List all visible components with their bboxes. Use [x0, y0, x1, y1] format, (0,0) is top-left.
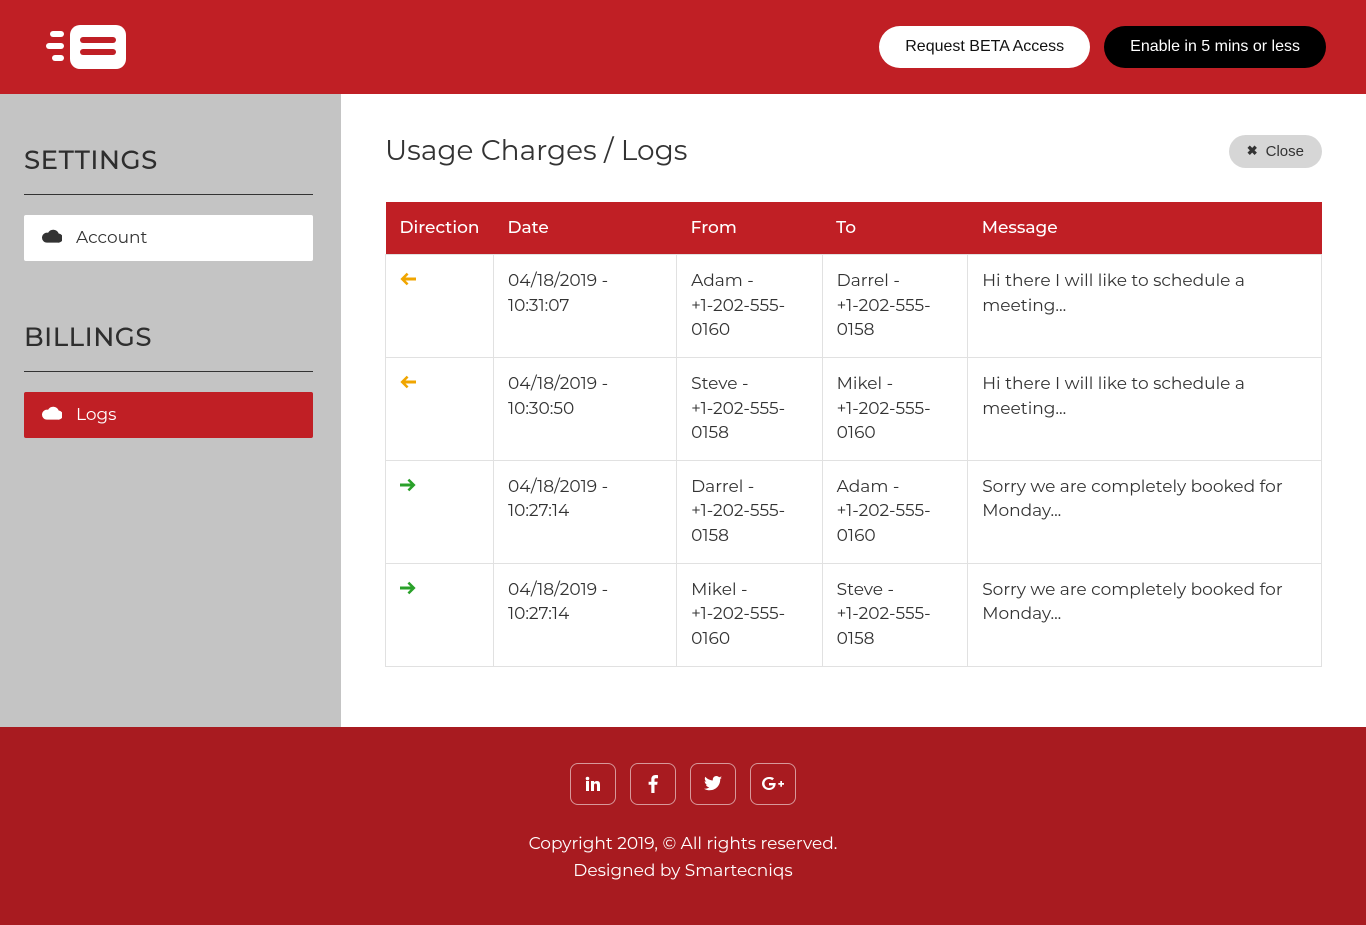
cell-to: Darrel - +1-202-555-0158 [822, 255, 968, 358]
sidebar-item-logs[interactable]: Logs [24, 392, 313, 438]
footer-credit-prefix: Designed by [573, 861, 685, 881]
cell-direction [386, 563, 494, 666]
request-beta-button[interactable]: Request BETA Access [879, 26, 1090, 68]
table-row: 04/18/2019 - 10:27:14Darrel - +1-202-555… [386, 460, 1322, 563]
linkedin-icon[interactable] [570, 763, 616, 805]
twitter-icon[interactable] [690, 763, 736, 805]
sidebar-heading-billings: BILLINGS [24, 321, 313, 353]
arrow-right-icon [400, 475, 416, 497]
cell-message: Sorry we are completely booked for Monda… [968, 460, 1322, 563]
cell-to: Mikel - +1-202-555-0160 [822, 357, 968, 460]
col-to: To [822, 202, 968, 255]
arrow-right-icon [400, 578, 416, 600]
cloud-icon [42, 405, 62, 425]
footer-copyright: Copyright 2019, © All rights reserved. [0, 831, 1366, 858]
cell-message: Sorry we are completely booked for Monda… [968, 563, 1322, 666]
cell-date: 04/18/2019 - 10:30:50 [493, 357, 676, 460]
top-buttons: Request BETA Access Enable in 5 mins or … [879, 26, 1326, 68]
cell-from: Adam - +1-202-555-0160 [677, 255, 823, 358]
cell-direction [386, 460, 494, 563]
cell-from: Steve - +1-202-555-0158 [677, 357, 823, 460]
table-row: 04/18/2019 - 10:30:50Steve - +1-202-555-… [386, 357, 1322, 460]
col-from: From [677, 202, 823, 255]
cell-to: Adam - +1-202-555-0160 [822, 460, 968, 563]
enable-button[interactable]: Enable in 5 mins or less [1104, 26, 1326, 68]
close-button[interactable]: ✖ Close [1229, 135, 1322, 168]
sidebar-item-label: Account [76, 228, 147, 248]
footer-credit: Designed by Smartecniqs [0, 858, 1366, 885]
footer: Copyright 2019, © All rights reserved. D… [0, 727, 1366, 925]
cell-direction [386, 357, 494, 460]
cloud-icon [42, 228, 62, 248]
facebook-icon[interactable] [630, 763, 676, 805]
cell-from: Mikel - +1-202-555-0160 [677, 563, 823, 666]
close-button-label: Close [1266, 143, 1304, 160]
table-row: 04/18/2019 - 10:31:07Adam - +1-202-555-0… [386, 255, 1322, 358]
cell-message: Hi there I will like to schedule a meeti… [968, 255, 1322, 358]
close-icon: ✖ [1247, 143, 1258, 159]
divider [24, 371, 313, 372]
top-bar: Request BETA Access Enable in 5 mins or … [0, 0, 1366, 94]
cell-to: Steve - +1-202-555-0158 [822, 563, 968, 666]
cell-from: Darrel - +1-202-555-0158 [677, 460, 823, 563]
social-row [0, 763, 1366, 805]
col-direction: Direction [386, 202, 494, 255]
cell-direction [386, 255, 494, 358]
sidebar: SETTINGS Account BILLINGS Logs [0, 94, 341, 727]
col-message: Message [968, 202, 1322, 255]
table-row: 04/18/2019 - 10:27:14Mikel - +1-202-555-… [386, 563, 1322, 666]
cell-date: 04/18/2019 - 10:27:14 [493, 460, 676, 563]
cell-date: 04/18/2019 - 10:27:14 [493, 563, 676, 666]
arrow-left-icon [400, 372, 416, 394]
sidebar-item-label: Logs [76, 405, 116, 425]
app-logo[interactable] [40, 17, 136, 77]
col-date: Date [493, 202, 676, 255]
sidebar-heading-settings: SETTINGS [24, 144, 313, 176]
google-plus-icon[interactable] [750, 763, 796, 805]
page-title: Usage Charges / Logs [385, 134, 687, 168]
main-content: Usage Charges / Logs ✖ Close Direction D… [341, 94, 1366, 727]
logs-table: Direction Date From To Message 04/18/201… [385, 202, 1322, 667]
cell-date: 04/18/2019 - 10:31:07 [493, 255, 676, 358]
sidebar-item-account[interactable]: Account [24, 215, 313, 261]
divider [24, 194, 313, 195]
footer-designer-link[interactable]: Smartecniqs [685, 861, 793, 881]
cell-message: Hi there I will like to schedule a meeti… [968, 357, 1322, 460]
arrow-left-icon [400, 269, 416, 291]
